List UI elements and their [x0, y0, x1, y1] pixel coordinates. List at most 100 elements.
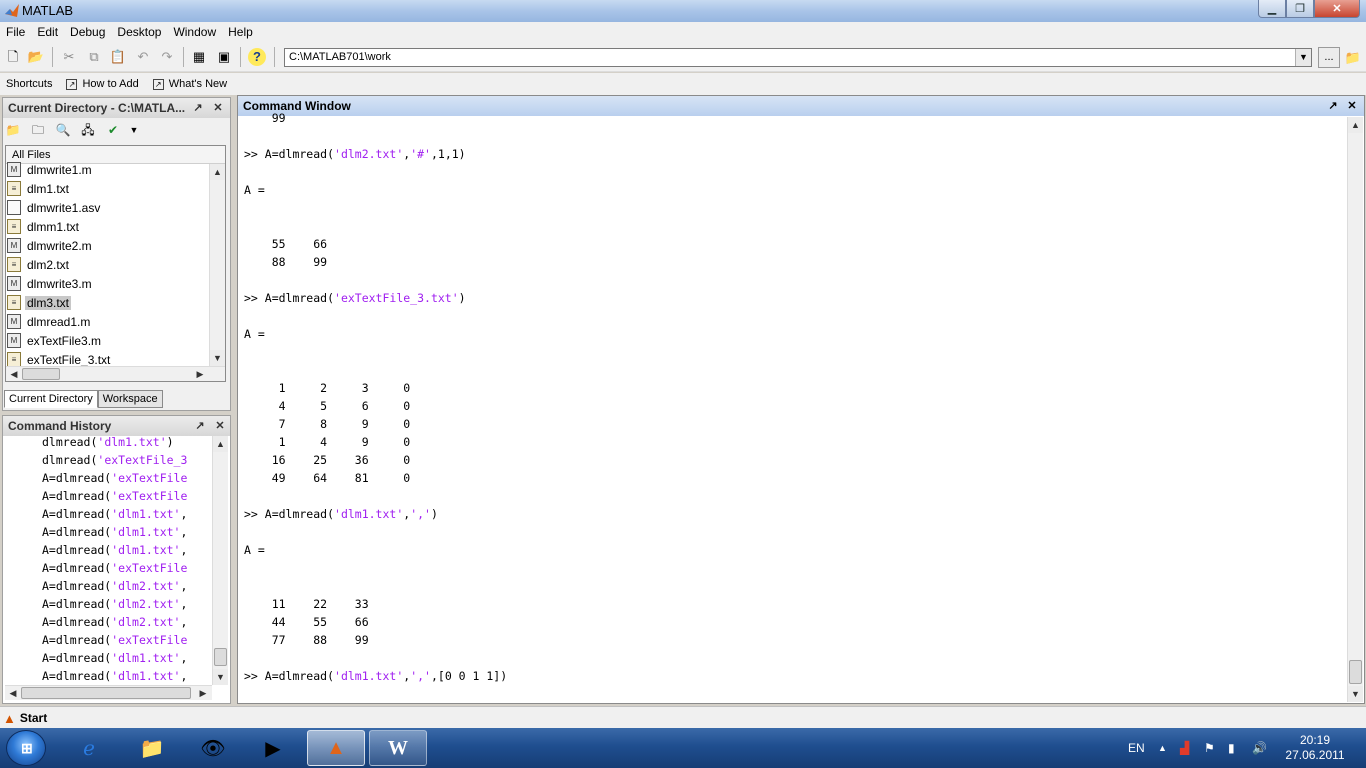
- file-item[interactable]: Mdlmwrite1.m: [7, 160, 94, 179]
- matlab-taskbar-icon[interactable]: ▲: [307, 730, 365, 766]
- menu-file[interactable]: File: [0, 25, 31, 39]
- simulink-icon[interactable]: ▦: [190, 48, 208, 66]
- reports-icon[interactable]: ✔: [104, 121, 122, 139]
- file-item[interactable]: dlmwrite1.asv: [7, 198, 102, 217]
- file-item[interactable]: ≡ dlm2.txt: [7, 255, 71, 274]
- scroll-right-icon[interactable]: ▶: [195, 686, 211, 700]
- shortcut-whats-new[interactable]: ↗ What's New: [152, 78, 228, 90]
- word-taskbar-icon[interactable]: W: [369, 730, 427, 766]
- file-item[interactable]: Mdlmwrite2.m: [7, 236, 94, 255]
- shortcut-how-to-add[interactable]: ↗ How to Add: [66, 78, 139, 90]
- visual-directory-icon[interactable]: 🖧: [79, 121, 97, 139]
- history-hscrollbar[interactable]: ◀ ▶: [5, 685, 212, 700]
- history-entry[interactable]: dlmread('exTextFile_3: [42, 453, 212, 467]
- file-list-scrollbar[interactable]: ▲ ▼: [209, 164, 225, 366]
- undock-icon[interactable]: ↗: [190, 98, 206, 118]
- scroll-up-icon[interactable]: ▲: [210, 164, 225, 180]
- internet-explorer-icon[interactable]: ℯ: [60, 730, 118, 766]
- chevron-down-icon[interactable]: ▼: [1295, 49, 1311, 66]
- guide-icon[interactable]: ▣: [215, 48, 233, 66]
- scroll-left-icon[interactable]: ◀: [6, 367, 22, 381]
- scroll-down-icon[interactable]: ▼: [210, 350, 225, 366]
- history-entry[interactable]: A=dlmread('dlm2.txt',: [42, 579, 212, 593]
- folder-up-icon[interactable]: 📁: [1343, 47, 1363, 68]
- current-directory-input[interactable]: C:\MATLAB701\work: [284, 48, 1312, 67]
- history-entry[interactable]: A=dlmread('dlm1.txt',: [42, 543, 212, 557]
- undo-icon[interactable]: ↶: [134, 48, 152, 66]
- tab-current-directory[interactable]: Current Directory: [4, 390, 98, 408]
- tab-workspace[interactable]: Workspace: [97, 390, 163, 408]
- find-files-icon[interactable]: 🔍: [54, 121, 72, 139]
- history-entry[interactable]: A=dlmread('exTextFile: [42, 633, 212, 647]
- copy-icon[interactable]: ⧉: [85, 48, 103, 66]
- menu-window[interactable]: Window: [167, 25, 222, 39]
- explorer-folder-icon[interactable]: 📁: [123, 730, 181, 766]
- history-entry[interactable]: A=dlmread('exTextFile: [42, 561, 212, 575]
- menu-desktop[interactable]: Desktop: [111, 25, 167, 39]
- history-entry[interactable]: A=dlmread('dlm1.txt',: [42, 507, 212, 521]
- browse-button[interactable]: ...: [1318, 47, 1340, 68]
- file-item[interactable]: Mdlmwrite3.m: [7, 274, 94, 293]
- undock-icon[interactable]: ↗: [1325, 96, 1341, 116]
- battery-icon[interactable]: ▮: [1228, 728, 1235, 768]
- volume-icon[interactable]: 🔊: [1252, 728, 1267, 768]
- new-file-icon[interactable]: 🗋: [4, 48, 22, 66]
- new-folder-icon[interactable]: 🗀: [29, 121, 47, 139]
- scroll-up-icon[interactable]: ▲: [1348, 117, 1363, 133]
- parent-folder-icon[interactable]: 📁: [4, 121, 22, 139]
- history-entry[interactable]: A=dlmread('dlm1.txt',: [42, 669, 212, 683]
- file-item[interactable]: MexTextFile3.m: [7, 331, 103, 350]
- scroll-up-icon[interactable]: ▲: [213, 436, 228, 452]
- history-entry[interactable]: A=dlmread('dlm1.txt',: [42, 651, 212, 665]
- history-entry[interactable]: A=dlmread('dlm1.txt',: [42, 525, 212, 539]
- scroll-thumb[interactable]: [214, 648, 227, 666]
- scroll-left-icon[interactable]: ◀: [5, 686, 21, 700]
- menu-edit[interactable]: Edit: [31, 25, 64, 39]
- menu-debug[interactable]: Debug: [64, 25, 111, 39]
- scroll-thumb[interactable]: [22, 368, 60, 380]
- redo-icon[interactable]: ↷: [158, 48, 176, 66]
- history-entry[interactable]: A=dlmread('exTextFile: [42, 471, 212, 485]
- file-item[interactable]: ≡ dlm1.txt: [7, 179, 71, 198]
- shortcut-label: What's New: [168, 78, 228, 90]
- media-player-icon[interactable]: ▶: [244, 730, 302, 766]
- network-icon[interactable]: ▟: [1180, 728, 1189, 768]
- show-hidden-icons-icon[interactable]: ▲: [1158, 728, 1167, 768]
- history-entry[interactable]: dlmread('dlm1.txt'): [42, 435, 212, 449]
- paste-icon[interactable]: 📋: [109, 48, 127, 66]
- command-output-line: >> A=dlmread('dlm1.txt',','): [244, 507, 438, 521]
- close-icon[interactable]: ✕: [210, 98, 226, 118]
- windows-start-orb[interactable]: ⊞: [6, 730, 46, 766]
- file-item[interactable]: Mdlmread1.m: [7, 312, 92, 331]
- history-entry[interactable]: A=dlmread('exTextFile: [42, 489, 212, 503]
- file-list-hscrollbar[interactable]: ◀ ▶: [6, 366, 225, 381]
- action-center-icon[interactable]: ⚑: [1204, 728, 1215, 768]
- window-title: MATLAB: [22, 3, 74, 18]
- menu-help[interactable]: Help: [222, 25, 259, 39]
- open-folder-icon[interactable]: 📂: [27, 48, 45, 66]
- close-icon[interactable]: ✕: [1344, 96, 1360, 116]
- file-item[interactable]: ≡ dlmm1.txt: [7, 217, 81, 236]
- minimize-button[interactable]: ▁: [1258, 0, 1286, 18]
- system-clock[interactable]: 20:19 27.06.2011: [1284, 733, 1346, 763]
- scroll-down-icon[interactable]: ▼: [213, 669, 228, 685]
- start-button[interactable]: ▲ Start: [3, 709, 47, 727]
- scroll-down-icon[interactable]: ▼: [1348, 686, 1363, 702]
- cut-icon[interactable]: ✂: [60, 48, 78, 66]
- eye-app-icon[interactable]: 👁: [184, 730, 242, 766]
- history-entry[interactable]: A=dlmread('dlm2.txt',: [42, 597, 212, 611]
- history-scrollbar[interactable]: ▲ ▼: [212, 436, 228, 685]
- help-icon[interactable]: ?: [248, 48, 266, 66]
- command-window-scrollbar[interactable]: ▲ ▼: [1347, 117, 1363, 702]
- chevron-down-icon[interactable]: ▼: [129, 121, 139, 139]
- scroll-right-icon[interactable]: ▶: [192, 367, 208, 381]
- undock-icon[interactable]: ↗: [192, 416, 208, 436]
- language-indicator[interactable]: EN: [1128, 728, 1145, 768]
- restore-button[interactable]: ❐: [1286, 0, 1314, 18]
- scroll-thumb[interactable]: [21, 687, 191, 699]
- close-button[interactable]: ✕: [1314, 0, 1360, 18]
- history-entry[interactable]: A=dlmread('dlm2.txt',: [42, 615, 212, 629]
- scroll-thumb[interactable]: [1349, 660, 1362, 684]
- file-item[interactable]: ≡ dlm3.txt: [7, 293, 72, 312]
- close-icon[interactable]: ✕: [212, 416, 228, 436]
